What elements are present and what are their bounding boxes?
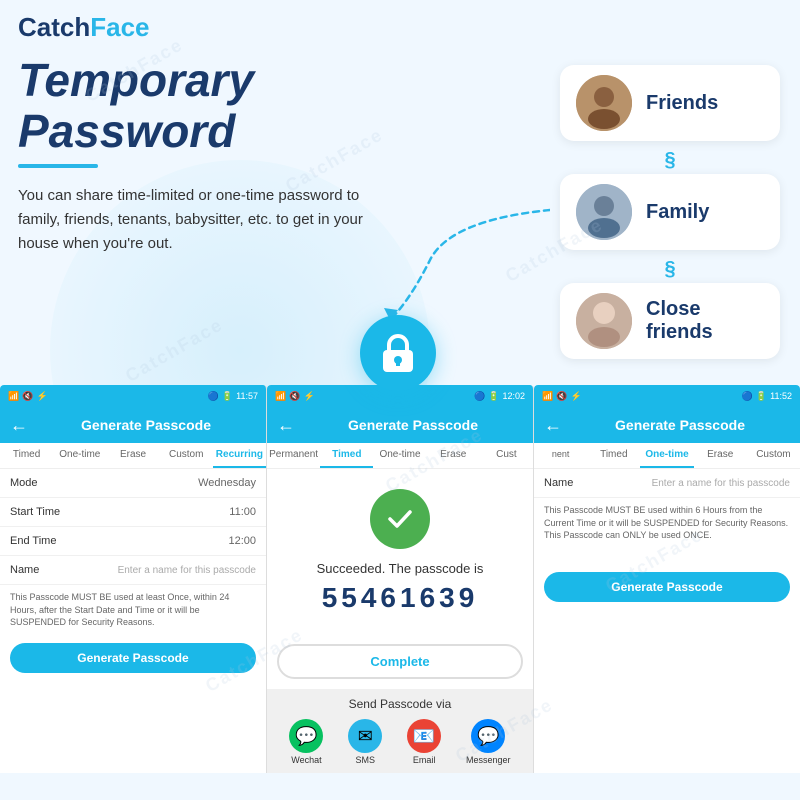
field-name-placeholder-right[interactable]: Enter a name for this passcode	[599, 478, 790, 489]
avatar-friends-img	[576, 75, 632, 131]
avatar-card-family[interactable]: Family	[560, 174, 780, 250]
title-block: Temporary Password You can share time-li…	[18, 55, 498, 256]
logo-catch: Catch	[18, 12, 90, 42]
field-name-placeholder-left[interactable]: Enter a name for this passcode	[65, 565, 256, 576]
field-end-label: End Time	[10, 535, 65, 547]
wechat-icon: 💬	[289, 719, 323, 753]
hero-section: Temporary Password You can share time-li…	[18, 55, 498, 256]
avatar-family	[576, 184, 632, 240]
phones-row: 📶🔇⚡ 🔵🔋11:57 ← Generate Passcode Timed On…	[0, 385, 800, 773]
right-phone-note: This Passcode MUST BE used within 6 Hour…	[534, 498, 800, 548]
avatar-friends-label: Friends	[646, 92, 718, 115]
avatar-close-friends-label: Closefriends	[646, 298, 713, 344]
check-circle	[370, 489, 430, 549]
lock-icon-container	[360, 315, 436, 391]
field-end-value: 12:00	[65, 535, 256, 547]
tab-erase-mid[interactable]: Erase	[427, 443, 480, 468]
hero-title: Temporary Password	[18, 55, 498, 156]
avatar-family-img	[576, 184, 632, 240]
field-mode-label: Mode	[10, 477, 65, 489]
tab-erase-right[interactable]: Erase	[694, 443, 747, 468]
tab-custom-mid[interactable]: Cust	[480, 443, 533, 468]
field-start-value: 11:00	[65, 506, 256, 518]
avatar-close-friends-img	[576, 293, 632, 349]
lock-icon	[379, 332, 417, 374]
right-phone: 📶🔇⚡ 🔵🔋11:52 ← Generate Passcode nent Tim…	[534, 385, 800, 773]
passcode-number: 55461639	[322, 582, 479, 614]
field-name-left: Name Enter a name for this passcode	[0, 556, 266, 585]
middle-phone-header: ← Generate Passcode	[267, 407, 533, 443]
avatars-panel: Friends § Family § Closefriends	[560, 65, 780, 367]
tab-permanent-mid[interactable]: Permanent	[267, 443, 320, 468]
field-name-right: Name Enter a name for this passcode	[534, 469, 800, 498]
lock-circle	[360, 315, 436, 391]
title-underline	[18, 164, 98, 168]
send-icons-row: 💬 Wechat ✉ SMS 📧 Email	[277, 719, 523, 765]
wechat-label: Wechat	[291, 755, 321, 765]
complete-btn[interactable]: Complete	[277, 644, 523, 679]
field-name-label-left: Name	[10, 564, 65, 576]
send-wechat[interactable]: 💬 Wechat	[289, 719, 323, 765]
avatar-card-close-friends[interactable]: Closefriends	[560, 283, 780, 359]
logo: CatchFace	[18, 12, 150, 43]
send-email[interactable]: 📧 Email	[407, 719, 441, 765]
right-phone-tabs: nent Timed One-time Erase Custom	[534, 443, 800, 469]
messenger-label: Messenger	[466, 755, 511, 765]
avatar-family-label: Family	[646, 201, 709, 224]
left-phone: 📶🔇⚡ 🔵🔋11:57 ← Generate Passcode Timed On…	[0, 385, 267, 773]
field-mode: Mode Wednesday	[0, 469, 266, 498]
avatar-close-friends	[576, 293, 632, 349]
hero-description: You can share time-limited or one-time p…	[18, 184, 398, 256]
avatar-card-friends[interactable]: Friends	[560, 65, 780, 141]
connector-1: §	[560, 149, 780, 172]
field-start-label: Start Time	[10, 506, 65, 518]
logo-face: Face	[90, 12, 149, 42]
middle-phone-header-title: Generate Passcode	[303, 417, 523, 433]
tab-onetime-right[interactable]: One-time	[640, 443, 693, 468]
right-phone-status-bar: 📶🔇⚡ 🔵🔋11:52	[534, 385, 800, 407]
generate-btn-right[interactable]: Generate Passcode	[544, 572, 790, 602]
email-icon: 📧	[407, 719, 441, 753]
middle-phone-tabs: Permanent Timed One-time Erase Cust	[267, 443, 533, 469]
send-via-title: Send Passcode via	[277, 697, 523, 711]
success-text: Succeeded. The passcode is	[317, 561, 484, 576]
email-label: Email	[413, 755, 436, 765]
left-phone-back-button[interactable]: ←	[10, 415, 28, 436]
field-start-time: Start Time 11:00	[0, 498, 266, 527]
tab-timed-left[interactable]: Timed	[0, 443, 53, 468]
send-sms[interactable]: ✉ SMS	[348, 719, 382, 765]
right-phone-header: ← Generate Passcode	[534, 407, 800, 443]
middle-phone: 📶🔇⚡ 🔵🔋12:02 ← Generate Passcode Permanen…	[267, 385, 534, 773]
left-phone-header-title: Generate Passcode	[36, 417, 256, 433]
send-via-section: Send Passcode via 💬 Wechat ✉ SMS 📧	[267, 689, 533, 773]
messenger-icon: 💬	[471, 719, 505, 753]
right-phone-header-title: Generate Passcode	[570, 417, 790, 433]
middle-phone-back-button[interactable]: ←	[277, 415, 295, 436]
tab-onetime-left[interactable]: One-time	[53, 443, 106, 468]
connector-2: §	[560, 258, 780, 281]
tab-perm-right[interactable]: nent	[534, 443, 587, 468]
tab-recurring-left[interactable]: Recurring	[213, 443, 266, 468]
tab-timed-mid[interactable]: Timed	[320, 443, 373, 468]
tab-onetime-mid[interactable]: One-time	[373, 443, 426, 468]
sms-icon: ✉	[348, 719, 382, 753]
field-mode-value: Wednesday	[65, 477, 256, 489]
left-phone-status-bar: 📶🔇⚡ 🔵🔋11:57	[0, 385, 266, 407]
check-icon	[384, 503, 416, 535]
tab-timed-right[interactable]: Timed	[587, 443, 640, 468]
left-phone-header: ← Generate Passcode	[0, 407, 266, 443]
left-phone-note: This Passcode MUST BE used at least Once…	[0, 585, 266, 635]
left-phone-tabs: Timed One-time Erase Custom Recurring	[0, 443, 266, 469]
sms-label: SMS	[356, 755, 376, 765]
tab-custom-left[interactable]: Custom	[160, 443, 213, 468]
field-end-time: End Time 12:00	[0, 527, 266, 556]
generate-btn-left[interactable]: Generate Passcode	[10, 643, 256, 673]
tab-erase-left[interactable]: Erase	[106, 443, 159, 468]
send-messenger[interactable]: 💬 Messenger	[466, 719, 511, 765]
success-area: Succeeded. The passcode is 55461639	[267, 469, 533, 640]
right-phone-back-button[interactable]: ←	[544, 415, 562, 436]
field-name-label-right: Name	[544, 477, 599, 489]
avatar-friends	[576, 75, 632, 131]
tab-custom-right[interactable]: Custom	[747, 443, 800, 468]
